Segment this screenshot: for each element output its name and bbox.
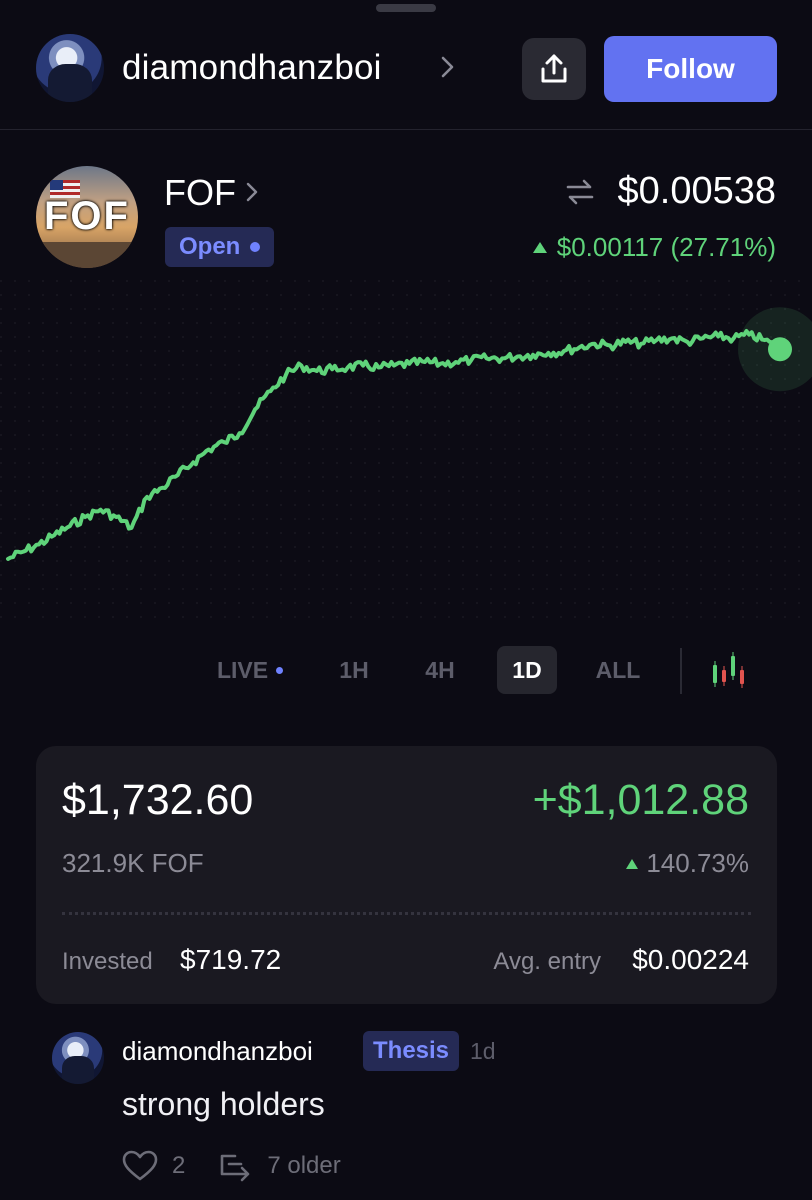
divider bbox=[680, 648, 682, 694]
chevron-right-icon[interactable] bbox=[438, 54, 458, 80]
avatar[interactable] bbox=[36, 34, 104, 102]
follow-button[interactable]: Follow bbox=[604, 36, 777, 102]
comment-username[interactable]: diamondhanzboi bbox=[122, 1036, 313, 1067]
token-logo[interactable]: FOF bbox=[36, 166, 138, 268]
current-price-point[interactable] bbox=[768, 337, 792, 362]
invested-value: $719.72 bbox=[180, 944, 282, 975]
chevron-right-icon[interactable] bbox=[244, 180, 262, 204]
divider bbox=[62, 912, 751, 915]
timeframe-label: ALL bbox=[595, 656, 641, 683]
token-name[interactable]: FOF bbox=[164, 172, 236, 214]
position-pnl-percent: 140.73% bbox=[626, 848, 749, 879]
position-quantity: 321.9K FOF bbox=[62, 848, 204, 878]
share-icon bbox=[541, 54, 567, 83]
token-logo-text: FOF bbox=[44, 194, 130, 238]
timeframe-label: 1D bbox=[512, 656, 542, 683]
like-count: 2 bbox=[172, 1152, 186, 1179]
timeframe-all[interactable]: ALL bbox=[586, 646, 650, 694]
invested-label: Invested bbox=[62, 948, 153, 975]
comment-actions: 2 7 older bbox=[122, 1148, 341, 1184]
live-dot-icon bbox=[276, 666, 284, 674]
price-chart-svg[interactable] bbox=[0, 280, 812, 630]
thread-icon bbox=[221, 1154, 250, 1182]
swap-icon[interactable] bbox=[564, 176, 596, 208]
older-count: 7 older bbox=[267, 1152, 341, 1179]
avg-entry-value: $0.00224 bbox=[632, 944, 749, 975]
price-change-value: $0.00117 (27.71%) bbox=[556, 232, 776, 262]
position-card[interactable]: $1,732.60 +$1,012.88 321.9K FOF 140.73% … bbox=[36, 746, 777, 1004]
heart-icon bbox=[122, 1150, 158, 1181]
status-badge: Open bbox=[165, 227, 275, 267]
comment-text: strong holders bbox=[122, 1086, 325, 1122]
status-label: Open bbox=[179, 233, 241, 260]
position-pnl: +$1,012.88 bbox=[532, 776, 749, 824]
timeframe-selector: LIVE 1H 4H 1D ALL bbox=[0, 640, 812, 700]
timeframe-label: 4H bbox=[425, 656, 455, 683]
candlestick-icon[interactable] bbox=[704, 648, 752, 694]
timeframe-1h[interactable]: 1H bbox=[324, 646, 384, 694]
comment-time: 1d bbox=[470, 1038, 496, 1064]
timeframe-label: LIVE bbox=[216, 656, 269, 683]
status-dot-icon bbox=[250, 242, 261, 252]
thesis-badge: Thesis bbox=[363, 1031, 460, 1071]
price-change: $0.00117 (27.71%) bbox=[532, 232, 776, 263]
share-button[interactable] bbox=[522, 38, 586, 100]
timeframe-live[interactable]: LIVE bbox=[200, 646, 300, 694]
price-chart[interactable] bbox=[0, 280, 812, 630]
up-arrow-icon bbox=[532, 242, 547, 253]
pnl-percent-value: 140.73% bbox=[646, 848, 749, 878]
older-replies-button[interactable]: 7 older bbox=[219, 1150, 341, 1182]
timeframe-1d[interactable]: 1D bbox=[497, 646, 557, 694]
username[interactable]: diamondhanzboi bbox=[122, 48, 382, 88]
profile-header: diamondhanzboi Follow bbox=[0, 0, 812, 130]
token-logo-ground bbox=[36, 242, 138, 268]
timeframe-4h[interactable]: 4H bbox=[410, 646, 470, 694]
avg-entry-label: Avg. entry bbox=[493, 948, 601, 975]
position-value: $1,732.60 bbox=[62, 776, 254, 824]
comment-avatar[interactable] bbox=[52, 1032, 104, 1084]
timeframe-label: 1H bbox=[339, 656, 369, 683]
like-button[interactable]: 2 bbox=[122, 1150, 185, 1182]
token-price: $0.00538 bbox=[617, 170, 777, 212]
up-arrow-icon bbox=[626, 858, 639, 869]
